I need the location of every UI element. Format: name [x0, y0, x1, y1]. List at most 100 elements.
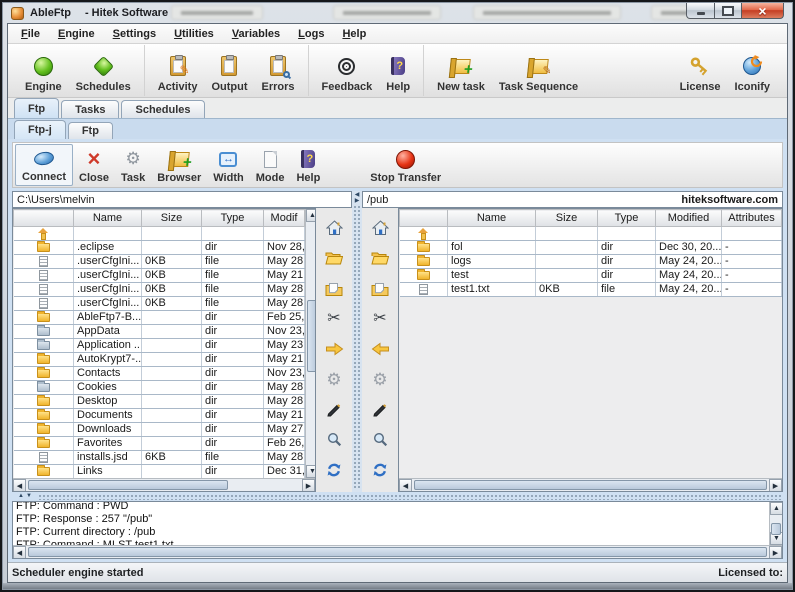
log-splitter[interactable]: ▲▼ — [12, 492, 783, 501]
browser-button[interactable]: Browser — [151, 144, 207, 186]
tab-tasks[interactable]: Tasks — [61, 100, 119, 118]
search-icon[interactable] — [367, 428, 393, 452]
col-header-icon[interactable] — [400, 210, 448, 227]
scroll-left-button[interactable]: ◀ — [399, 479, 412, 492]
splitter-collapse-icons[interactable]: ▲▼ — [18, 493, 34, 499]
home-icon[interactable] — [321, 216, 347, 240]
menu-help[interactable]: Help — [333, 26, 375, 42]
open-folder-icon[interactable] — [367, 246, 393, 270]
tab-ftp-sub[interactable]: Ftp — [68, 122, 113, 139]
scroll-track[interactable] — [770, 515, 782, 532]
iconify-button[interactable]: Iconify — [728, 45, 777, 96]
col-header-name[interactable]: Name — [74, 210, 142, 227]
home-icon[interactable] — [367, 216, 393, 240]
scroll-up-button[interactable]: ▲ — [770, 502, 782, 515]
scroll-thumb[interactable] — [28, 547, 767, 557]
settings-icon[interactable]: ⚙ — [367, 367, 393, 391]
connect-button[interactable]: Connect — [15, 144, 73, 186]
table-row[interactable]: logsdirMay 24, 20...- — [400, 255, 782, 269]
menu-variables[interactable]: Variables — [223, 26, 289, 42]
scroll-thumb[interactable] — [28, 480, 228, 490]
col-header-size[interactable]: Size — [536, 210, 598, 227]
menu-settings[interactable]: Settings — [104, 26, 165, 42]
new-folder-icon[interactable] — [367, 277, 393, 301]
col-header-type[interactable]: Type — [202, 210, 264, 227]
col-header-modified[interactable]: Modified — [656, 210, 722, 227]
table-row[interactable]: Application ...dirMay 23, — [14, 339, 305, 353]
col-header-name[interactable]: Name — [448, 210, 536, 227]
search-icon[interactable] — [321, 428, 347, 452]
feedback-button[interactable]: Feedback — [315, 45, 380, 96]
tab-ftp[interactable]: Ftp — [14, 98, 59, 118]
scroll-right-button[interactable]: ▶ — [769, 546, 782, 559]
table-row[interactable]: test1.txt0KBfileMay 24, 20...- — [400, 283, 782, 297]
edit-icon[interactable] — [321, 398, 347, 422]
upload-arrow-icon[interactable] — [321, 337, 347, 361]
close-connection-button[interactable]: Close — [73, 144, 115, 186]
table-row[interactable]: DesktopdirMay 28, — [14, 395, 305, 409]
scroll-track[interactable] — [412, 479, 769, 491]
table-row[interactable]: installs.jsd6KBfileMay 28, — [14, 451, 305, 465]
output-button[interactable]: Output — [204, 45, 254, 96]
table-row[interactable] — [400, 227, 782, 241]
table-row[interactable] — [14, 227, 305, 241]
schedules-button[interactable]: Schedules — [69, 45, 138, 96]
table-row[interactable]: testdirMay 24, 20...- — [400, 269, 782, 283]
scroll-thumb[interactable] — [771, 523, 781, 535]
table-row[interactable]: foldirDec 30, 20...- — [400, 241, 782, 255]
cut-icon[interactable]: ✂ — [321, 307, 347, 331]
scroll-left-button[interactable]: ◀ — [13, 479, 26, 492]
help-button[interactable]: Help — [379, 45, 417, 96]
tab-schedules[interactable]: Schedules — [121, 100, 204, 118]
col-header-modified[interactable]: Modif — [264, 210, 305, 227]
col-header-icon[interactable] — [14, 210, 74, 227]
table-row[interactable]: ContactsdirNov 23, — [14, 367, 305, 381]
table-row[interactable]: FavoritesdirFeb 26, — [14, 437, 305, 451]
refresh-icon[interactable] — [367, 458, 393, 482]
scroll-track[interactable] — [26, 546, 769, 558]
table-row[interactable]: AbleFtp7-B...dirFeb 25, — [14, 311, 305, 325]
settings-icon[interactable]: ⚙ — [321, 367, 347, 391]
menu-file[interactable]: File — [12, 26, 49, 42]
new-task-button[interactable]: New task — [430, 45, 492, 96]
activity-button[interactable]: ✎ Activity — [151, 45, 205, 96]
table-row[interactable]: .userCfgIni...0KBfileMay 28, — [14, 255, 305, 269]
scroll-track[interactable] — [306, 222, 315, 465]
open-folder-icon[interactable] — [321, 246, 347, 270]
table-row[interactable]: AppDatadirNov 23, — [14, 325, 305, 339]
tab-ftp-j[interactable]: Ftp-j — [14, 120, 66, 139]
ftp-help-button[interactable]: Help — [290, 144, 326, 186]
scroll-right-button[interactable]: ▶ — [769, 479, 782, 492]
panel-splitter[interactable]: ◀▶ — [352, 191, 362, 492]
license-button[interactable]: License — [673, 45, 728, 96]
width-button[interactable]: Width — [207, 144, 249, 186]
new-folder-icon[interactable] — [321, 277, 347, 301]
table-row[interactable]: .userCfgIni...0KBfileMay 28, — [14, 283, 305, 297]
refresh-icon[interactable] — [321, 458, 347, 482]
scroll-left-button[interactable]: ◀ — [13, 546, 26, 559]
col-header-type[interactable]: Type — [598, 210, 656, 227]
menu-utilities[interactable]: Utilities — [165, 26, 223, 42]
scroll-track[interactable] — [26, 479, 302, 491]
table-row[interactable]: LinksdirDec 31, — [14, 465, 305, 479]
scroll-up-button[interactable]: ▲ — [306, 209, 315, 222]
edit-icon[interactable] — [367, 398, 393, 422]
minimize-button[interactable] — [686, 3, 715, 19]
mode-button[interactable]: Mode — [250, 144, 291, 186]
table-row[interactable]: .userCfgIni...0KBfileMay 28, — [14, 297, 305, 311]
scroll-thumb[interactable] — [307, 300, 315, 372]
splitter-collapse-icons[interactable]: ◀▶ — [352, 192, 362, 204]
table-row[interactable]: DocumentsdirMay 21, — [14, 409, 305, 423]
table-row[interactable]: DownloadsdirMay 27, — [14, 423, 305, 437]
scroll-down-button[interactable]: ▼ — [306, 465, 315, 478]
cut-icon[interactable]: ✂ — [367, 307, 393, 331]
menu-logs[interactable]: Logs — [289, 26, 333, 42]
task-sequence-button[interactable]: Task Sequence — [492, 45, 585, 96]
maximize-button[interactable] — [715, 3, 742, 19]
table-row[interactable]: .userCfgIni...0KBfileMay 21, — [14, 269, 305, 283]
download-arrow-icon[interactable] — [367, 337, 393, 361]
scroll-right-button[interactable]: ▶ — [302, 479, 315, 492]
table-row[interactable]: AutoKrypt7-...dirMay 21, — [14, 353, 305, 367]
col-header-attributes[interactable]: Attributes — [722, 210, 782, 227]
scroll-thumb[interactable] — [414, 480, 767, 490]
